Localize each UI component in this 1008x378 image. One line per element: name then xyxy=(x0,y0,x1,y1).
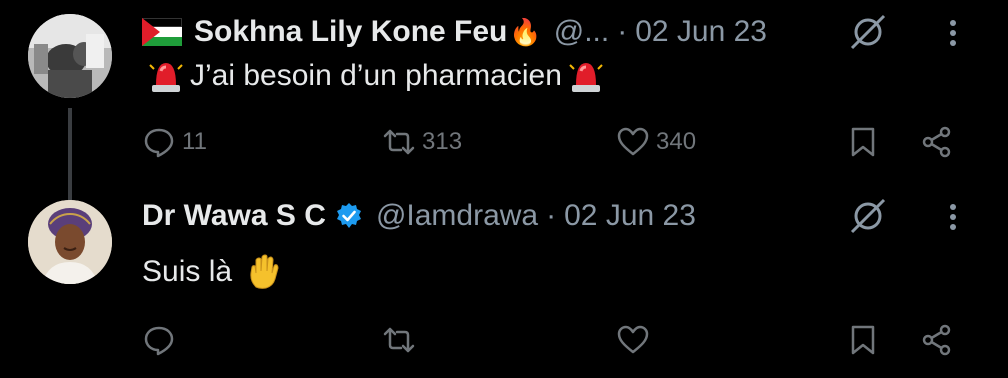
share-button[interactable] xyxy=(920,320,954,360)
reply-icon xyxy=(144,326,174,356)
reply-button[interactable]: 11 xyxy=(142,122,207,162)
tweet-text: J’ai besoin d’un pharmacien xyxy=(142,56,610,96)
tweet-header: Dr Wawa S C @Iamdrawa · 02 Jun 23 xyxy=(142,196,988,236)
fire-emoji-icon: 🔥 xyxy=(509,16,542,47)
tweet-text-content: Suis là xyxy=(142,255,233,288)
author-handle[interactable]: @... xyxy=(554,15,609,49)
like-button[interactable] xyxy=(616,320,656,360)
thread-connector-line xyxy=(68,108,72,200)
like-icon xyxy=(617,325,649,354)
avatar-image xyxy=(28,14,112,98)
tweet-2[interactable]: Dr Wawa S C @Iamdrawa · 02 Jun 23 Suis l… xyxy=(0,190,1008,378)
author-handle[interactable]: @Iamdrawa xyxy=(376,199,538,233)
more-options-icon[interactable] xyxy=(948,202,958,232)
tweet-text: Suis là xyxy=(142,252,282,292)
separator-dot: · xyxy=(546,199,557,232)
tweet-date[interactable]: 02 Jun 23 xyxy=(564,199,696,233)
retweet-icon xyxy=(383,327,415,353)
like-button[interactable]: 340 xyxy=(616,122,696,162)
reply-icon xyxy=(144,128,174,158)
palestine-flag-icon xyxy=(142,18,182,46)
police-light-icon xyxy=(569,63,603,92)
retweet-icon xyxy=(383,129,415,155)
avatar[interactable] xyxy=(28,14,112,98)
share-icon xyxy=(922,324,951,356)
reply-button[interactable] xyxy=(142,320,182,360)
bookmark-button[interactable] xyxy=(846,122,880,162)
tweet-actions xyxy=(142,320,968,360)
grok-icon[interactable] xyxy=(848,198,888,234)
avatar[interactable] xyxy=(28,200,112,284)
retweet-button[interactable] xyxy=(382,320,422,360)
bookmark-icon xyxy=(851,127,875,157)
author-name[interactable]: Sokhna Lily Kone Feu xyxy=(194,15,507,49)
tweet-actions: 11 313 340 xyxy=(142,122,968,162)
raised-hand-icon xyxy=(250,254,279,289)
reply-count: 11 xyxy=(182,128,207,155)
tweet-header: Sokhna Lily Kone Feu 🔥 @... · 02 Jun 23 xyxy=(142,12,988,52)
bookmark-icon xyxy=(851,325,875,355)
separator-dot: · xyxy=(617,15,628,48)
retweet-button[interactable]: 313 xyxy=(382,122,462,162)
tweet-1[interactable]: Sokhna Lily Kone Feu 🔥 @... · 02 Jun 23 … xyxy=(0,0,1008,200)
tweet-date[interactable]: 02 Jun 23 xyxy=(635,15,767,49)
retweet-count: 313 xyxy=(422,128,463,155)
bookmark-button[interactable] xyxy=(846,320,880,360)
police-light-icon xyxy=(149,63,183,92)
like-count: 340 xyxy=(656,128,697,155)
tweet-text-content: J’ai besoin d’un pharmacien xyxy=(190,59,562,92)
verified-badge-icon xyxy=(336,203,361,228)
more-options-icon[interactable] xyxy=(948,18,958,48)
share-button[interactable] xyxy=(920,122,954,162)
avatar-image xyxy=(28,200,112,284)
grok-icon[interactable] xyxy=(848,14,888,50)
like-icon xyxy=(617,127,649,156)
share-icon xyxy=(922,126,951,158)
author-name[interactable]: Dr Wawa S C xyxy=(142,199,326,233)
